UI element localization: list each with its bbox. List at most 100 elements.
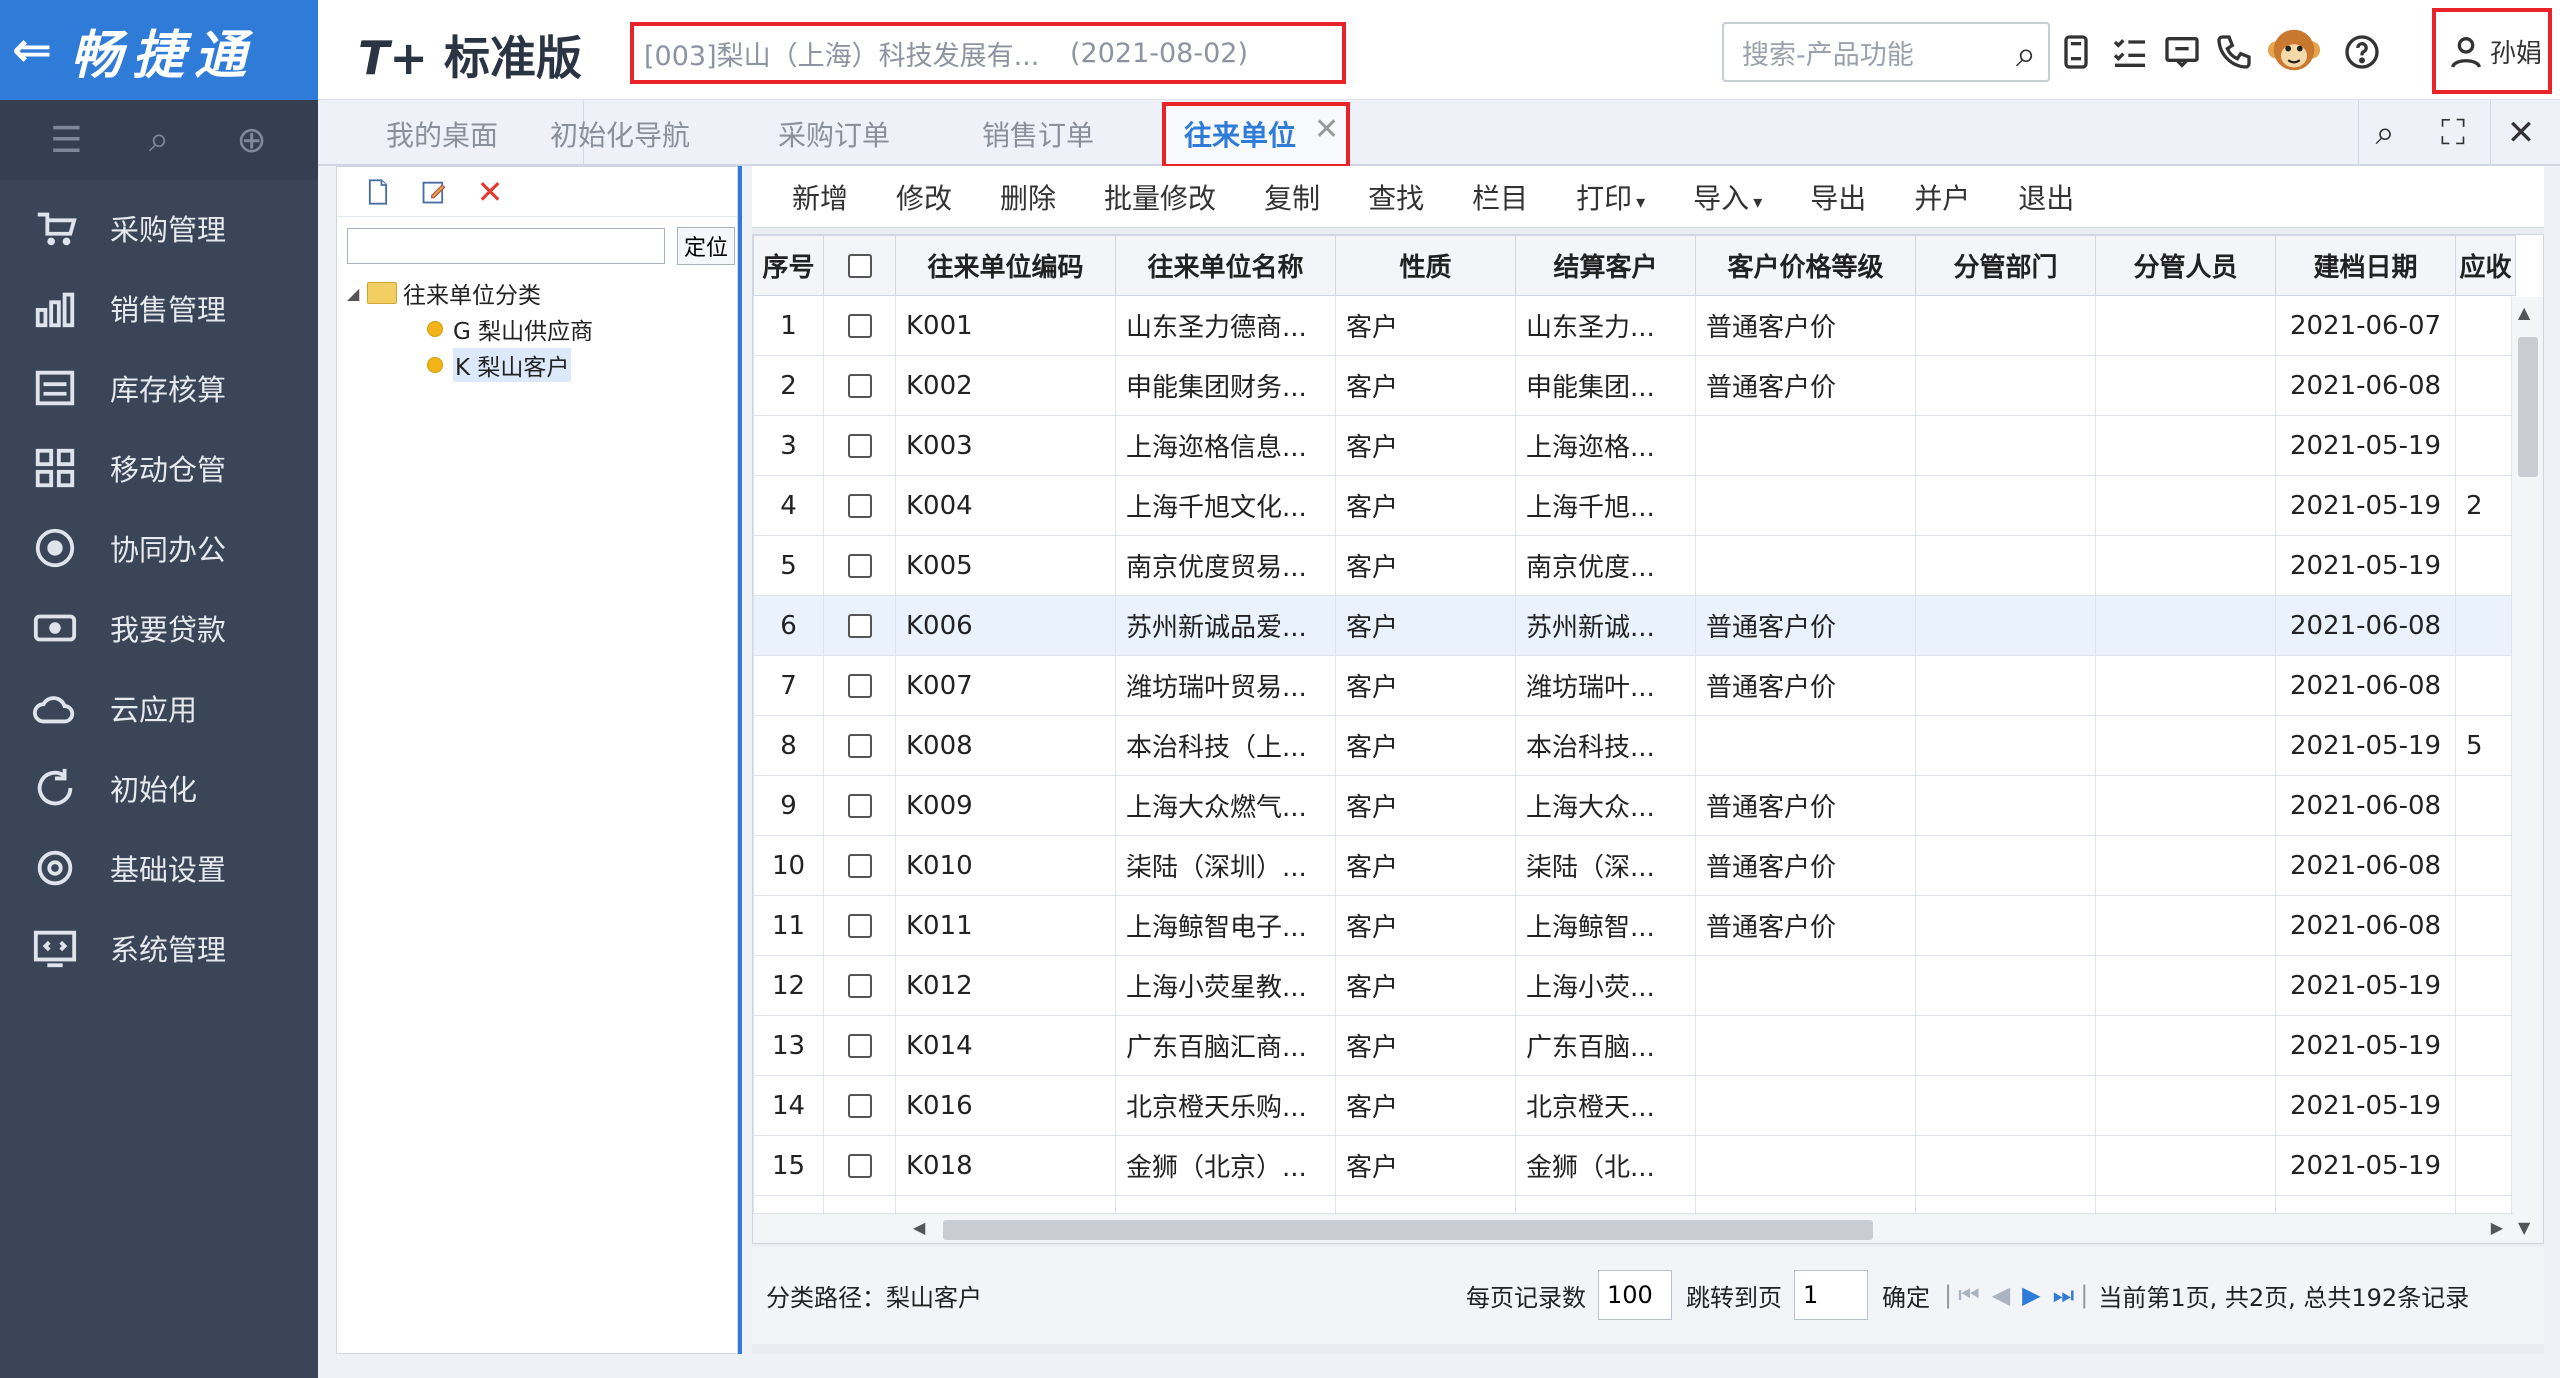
toolbar-button-10[interactable]: 并户 xyxy=(1914,177,1970,217)
row-checkbox-cell[interactable] xyxy=(823,415,896,476)
new-doc-icon[interactable] xyxy=(363,177,393,207)
tab-close-icon[interactable]: ✕ xyxy=(1314,112,1339,147)
row-checkbox[interactable] xyxy=(847,494,872,518)
toolbar-button-1[interactable]: 修改 xyxy=(896,177,952,217)
table-row[interactable]: 14 K016 北京橙天乐购... 客户 北京橙天... 2021-05-19 xyxy=(753,1075,2516,1136)
scroll-down-icon[interactable]: ▼ xyxy=(2518,1218,2530,1237)
row-checkbox[interactable] xyxy=(847,1034,872,1058)
row-checkbox[interactable] xyxy=(847,1154,872,1178)
toolbar-button-11[interactable]: 退出 xyxy=(2018,177,2074,217)
scroll-right-icon[interactable]: ▶ xyxy=(2491,1218,2503,1237)
toolbar-button-0[interactable]: 新增 xyxy=(792,177,848,217)
row-checkbox[interactable] xyxy=(847,1094,872,1118)
sidebar-item-3[interactable]: 移动仓管 xyxy=(0,428,318,508)
row-checkbox-cell[interactable] xyxy=(823,355,896,416)
row-checkbox-cell[interactable] xyxy=(823,895,896,956)
table-row[interactable]: 10 K010 柒陆（深圳）... 客户 柒陆（深... 普通客户价 2021-06-08 xyxy=(753,835,2516,896)
row-checkbox-cell[interactable] xyxy=(823,835,896,896)
sidebar-item-7[interactable]: 初始化 xyxy=(0,748,318,828)
row-checkbox-cell[interactable] xyxy=(823,295,896,356)
jump-page-input[interactable] xyxy=(1794,1270,1868,1320)
toolbar-button-7[interactable]: 打印 ▾ xyxy=(1576,177,1645,217)
sidebar-item-0[interactable]: 采购管理 xyxy=(0,188,318,268)
table-row[interactable]: 5 K005 南京优度贸易... 客户 南京优度... 2021-05-19 xyxy=(753,535,2516,596)
table-row[interactable]: 4 K004 上海千旭文化... 客户 上海千旭... 2021-05-19 2 xyxy=(753,475,2516,536)
scroll-thumb[interactable] xyxy=(2518,337,2538,477)
close-all-icon[interactable]: ✕ xyxy=(2498,110,2544,156)
column-header-7[interactable]: 分管部门 xyxy=(1915,235,2096,296)
search-icon[interactable]: ⌕ xyxy=(2016,34,2036,76)
row-checkbox[interactable] xyxy=(847,314,872,338)
tab-init-guide[interactable]: 初始化导航 xyxy=(550,114,690,154)
row-checkbox[interactable] xyxy=(847,974,872,998)
user-menu[interactable]: 孙娟 xyxy=(2432,8,2552,94)
row-checkbox[interactable] xyxy=(847,614,872,638)
row-checkbox[interactable] xyxy=(847,794,872,818)
first-page-icon[interactable]: ⏮ xyxy=(1958,1281,1980,1309)
tab-search-icon[interactable]: ⌕ xyxy=(2362,110,2408,156)
search-input[interactable]: 搜索-产品功能 ⌕ xyxy=(1722,22,2050,82)
table-row[interactable]: 12 K012 上海小荧星教... 客户 上海小荧... 2021-05-19 xyxy=(753,955,2516,1016)
table-row[interactable]: 8 K008 本治科技（上... 客户 本治科技... 2021-05-19 5 xyxy=(753,715,2516,776)
collapse-triangle-icon[interactable]: ◢ xyxy=(347,284,367,303)
sidebar-item-8[interactable]: 基础设置 xyxy=(0,828,318,908)
tree-node-supplier[interactable]: G 梨山供应商 xyxy=(347,311,737,347)
table-row[interactable]: 6 K006 苏州新诚品爱... 客户 苏州新诚... 普通客户价 2021-06-08 xyxy=(753,595,2516,656)
confirm-button[interactable]: 确定 xyxy=(1882,1278,1930,1313)
row-checkbox[interactable] xyxy=(847,854,872,878)
select-all-checkbox[interactable] xyxy=(847,254,872,278)
tree-search-input[interactable] xyxy=(347,228,665,264)
table-row[interactable]: 9 K009 上海大众燃气... 客户 上海大众... 普通客户价 2021-06-08 xyxy=(753,775,2516,836)
monkey-mascot-icon[interactable] xyxy=(2264,20,2324,80)
row-checkbox-cell[interactable] xyxy=(823,955,896,1016)
panel-splitter[interactable] xyxy=(738,166,742,1354)
row-checkbox-cell[interactable] xyxy=(823,1015,896,1076)
row-checkbox[interactable] xyxy=(847,374,872,398)
table-row[interactable]: 7 K007 潍坊瑞叶贸易... 客户 潍坊瑞叶... 普通客户价 2021-06-08 xyxy=(753,655,2516,716)
edit-doc-icon[interactable] xyxy=(419,177,449,207)
scroll-thumb[interactable] xyxy=(943,1220,1873,1240)
column-header-9[interactable]: 建档日期 xyxy=(2275,235,2456,296)
tree-root[interactable]: ◢ 往来单位分类 xyxy=(347,275,737,311)
row-checkbox[interactable] xyxy=(847,674,872,698)
sidebar-item-9[interactable]: 系统管理 xyxy=(0,908,318,988)
search-doc-icon[interactable]: ⌕ xyxy=(129,119,189,161)
horizontal-scrollbar[interactable]: ◀ ▶ xyxy=(753,1213,2513,1243)
next-page-icon[interactable]: ▶ xyxy=(2022,1281,2040,1309)
toolbar-button-2[interactable]: 删除 xyxy=(1000,177,1056,217)
last-page-icon[interactable]: ⏭ xyxy=(2053,1281,2075,1309)
toolbar-button-3[interactable]: 批量修改 xyxy=(1104,177,1216,217)
row-checkbox[interactable] xyxy=(847,914,872,938)
row-checkbox-cell[interactable] xyxy=(823,715,896,776)
table-row[interactable]: 11 K011 上海鲸智电子... 客户 上海鲸智... 普通客户价 2021-06-08 xyxy=(753,895,2516,956)
column-header-8[interactable]: 分管人员 xyxy=(2095,235,2276,296)
row-checkbox-cell[interactable] xyxy=(823,1075,896,1136)
sidebar-item-4[interactable]: 协同办公 xyxy=(0,508,318,588)
row-checkbox-cell[interactable] xyxy=(823,535,896,596)
checklist-icon[interactable] xyxy=(2106,28,2154,76)
sidebar-item-1[interactable]: 销售管理 xyxy=(0,268,318,348)
column-header-5[interactable]: 结算客户 xyxy=(1515,235,1696,296)
row-checkbox-cell[interactable] xyxy=(823,475,896,536)
message-icon[interactable] xyxy=(2158,28,2206,76)
tab-partners[interactable]: 往来单位 xyxy=(1184,114,1296,154)
tab-sales-order[interactable]: 销售订单 xyxy=(982,114,1094,154)
column-header-0[interactable]: 序号 xyxy=(753,235,824,296)
column-header-1[interactable] xyxy=(823,235,896,296)
help-icon[interactable] xyxy=(2338,28,2386,76)
prev-page-icon[interactable]: ◀ xyxy=(1992,1281,2010,1309)
row-checkbox-cell[interactable] xyxy=(823,775,896,836)
column-header-4[interactable]: 性质 xyxy=(1335,235,1516,296)
add-doc-icon[interactable]: ⊕ xyxy=(222,120,282,161)
row-checkbox[interactable] xyxy=(847,434,872,458)
vertical-scrollbar[interactable]: ▲ ▼ xyxy=(2511,297,2543,1243)
sidebar-item-2[interactable]: 库存核算 xyxy=(0,348,318,428)
phone-icon[interactable] xyxy=(2210,28,2258,76)
fullscreen-icon[interactable]: ⛶ xyxy=(2430,110,2476,156)
row-checkbox-cell[interactable] xyxy=(823,655,896,716)
tree-node-customer[interactable]: K 梨山客户 xyxy=(347,347,737,383)
scroll-left-icon[interactable]: ◀ xyxy=(913,1218,925,1237)
menu-icon[interactable]: ☰ xyxy=(36,120,96,161)
column-header-10[interactable]: 应收 xyxy=(2455,235,2516,296)
table-row[interactable]: 13 K014 广东百脑汇商... 客户 广东百脑... 2021-05-19 xyxy=(753,1015,2516,1076)
